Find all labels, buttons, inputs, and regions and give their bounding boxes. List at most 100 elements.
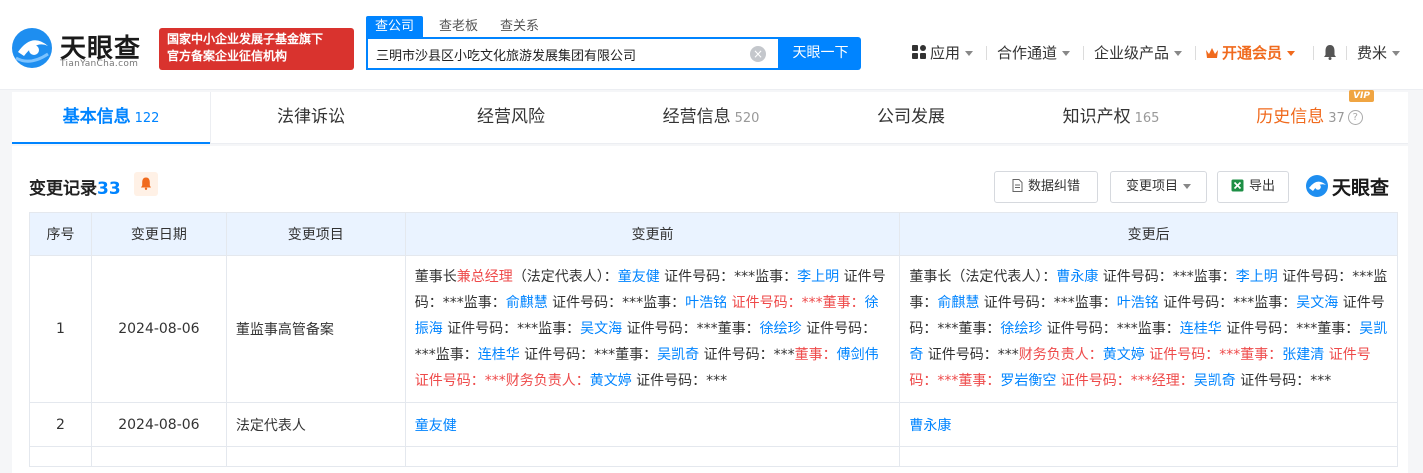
change-text-segment: 证件号码：***经理： <box>1056 373 1194 389</box>
section-count: 33 <box>97 179 121 199</box>
notification-bell[interactable] <box>1323 43 1337 63</box>
clear-icon[interactable]: × <box>750 46 766 62</box>
person-link[interactable]: 连桂华 <box>478 347 520 363</box>
help-icon[interactable]: ? <box>1347 109 1363 125</box>
user-menu[interactable]: 费米 <box>1357 43 1401 63</box>
person-link[interactable]: 曹永康 <box>909 418 951 434</box>
nav-enterprise[interactable]: 企业级产品 <box>1094 43 1183 63</box>
change-records-table: 序号 变更日期 变更项目 变更前 变更后 1 2024-08-06 董监事高管备… <box>29 212 1398 467</box>
change-items-label: 变更项目 <box>1125 179 1178 194</box>
person-link[interactable]: 李上明 <box>797 269 839 285</box>
data-correct-label: 数据纠错 <box>1027 179 1080 194</box>
person-link[interactable]: 连桂华 <box>1180 321 1222 337</box>
person-link[interactable]: 叶浩铭 <box>1117 295 1159 311</box>
person-link[interactable]: 徐绘珍 <box>1000 321 1042 337</box>
search-input[interactable]: 三明市沙县区小吃文化旅游发展集团有限公司 × <box>366 37 780 70</box>
change-text-segment: 证件号码：***监事： <box>1042 321 1180 337</box>
person-link[interactable]: 吴文海 <box>580 321 622 337</box>
chevron-down-icon <box>1392 51 1401 56</box>
badge-line-2: 官方备案企业征信机构 <box>167 49 288 63</box>
tab-risk[interactable]: 经营风险 <box>411 92 611 144</box>
row-date: 2024-08-06 <box>90 255 227 403</box>
tab-label: 基本信息 <box>62 107 131 127</box>
person-link[interactable]: 叶浩铭 <box>685 295 727 311</box>
row-item: 法定代表人 <box>225 402 406 447</box>
col-index: 序号 <box>29 212 92 256</box>
change-text-segment: 兼总经理 <box>456 269 513 285</box>
nav-vip[interactable]: 开通会员 <box>1205 43 1296 63</box>
change-records-panel: 变更记录33 数据纠错 变更项目 导出 天眼查 序号 变更日期 变更项目 变更前… <box>12 146 1408 473</box>
change-text-segment: 证件号码：***监事： <box>1158 295 1297 311</box>
person-link[interactable]: 曹永康 <box>1056 269 1098 285</box>
tab-label: 经营风险 <box>477 107 545 127</box>
user-name: 费米 <box>1357 44 1388 62</box>
nav-divider <box>1346 46 1347 60</box>
col-item: 变更项目 <box>225 212 406 256</box>
col-after: 变更后 <box>899 212 1398 256</box>
watermark-brand: 天眼查 <box>1332 177 1390 199</box>
logo-eye-icon <box>1306 175 1328 197</box>
row-date: 2024-08-06 <box>90 402 227 447</box>
table-row <box>29 446 1398 467</box>
change-text-segment: 证件号码：***监事： <box>1098 269 1236 285</box>
person-link[interactable]: 吴凯奇 <box>1194 373 1236 389</box>
search-input-value: 三明市沙县区小吃文化旅游发展集团有限公司 <box>376 49 637 64</box>
search-tab-relation[interactable]: 查关系 <box>500 16 539 37</box>
monitor-bell-button[interactable] <box>134 172 158 196</box>
change-text-segment: （法定代表人）： <box>512 269 618 285</box>
change-text-segment: 董事长 <box>414 269 457 285</box>
change-text-segment: 财务负责人： <box>1018 347 1103 363</box>
nav-divider <box>1083 46 1084 60</box>
person-link[interactable]: 李上明 <box>1236 269 1278 285</box>
row-item: 董监事高管备案 <box>225 255 406 403</box>
person-link[interactable]: 罗岩衡空 <box>1000 373 1056 389</box>
table-row: 1 2024-08-06 董监事高管备案 董事长兼总经理（法定代表人）：童友健 … <box>29 255 1398 403</box>
person-link[interactable]: 徐绘珍 <box>760 321 802 337</box>
tianyancha-logo[interactable]: 天眼查 TianYanCha.com <box>10 26 152 72</box>
person-link[interactable]: 张建清 <box>1282 347 1324 363</box>
change-text-segment: 董事： <box>794 347 837 363</box>
person-link[interactable]: 黄文婷 <box>590 373 632 389</box>
chevron-down-icon <box>1174 51 1183 56</box>
tab-operations[interactable]: 经营信息 520 <box>611 92 811 144</box>
person-link[interactable]: 吴凯奇 <box>657 347 699 363</box>
person-link[interactable]: 吴文海 <box>1296 295 1338 311</box>
person-link[interactable]: 黄文婷 <box>1103 347 1145 363</box>
export-button[interactable]: 导出 <box>1217 171 1289 203</box>
nav-divider <box>1313 46 1314 60</box>
vip-tag: VIP <box>1349 90 1374 102</box>
tab-history[interactable]: VIP 历史信息 37? <box>1211 90 1408 144</box>
search-tab-company[interactable]: 查公司 <box>366 16 424 37</box>
change-items-dropdown[interactable]: 变更项目 <box>1110 171 1207 203</box>
badge-line-1: 国家中小企业发展子基金旗下 <box>167 32 324 46</box>
person-link[interactable]: 童友健 <box>415 418 457 434</box>
chevron-down-icon <box>1062 51 1071 56</box>
search-button[interactable]: 天眼一下 <box>780 37 861 70</box>
tab-legal[interactable]: 法律诉讼 <box>211 92 411 144</box>
tab-basic-info[interactable]: 基本信息 122 <box>12 92 210 144</box>
tab-label: 法律诉讼 <box>277 107 345 127</box>
person-link[interactable]: 俞麒慧 <box>937 295 979 311</box>
change-text-segment: 证件号码：*** <box>923 347 1019 363</box>
apps-grid-icon <box>912 45 926 59</box>
data-correct-button[interactable]: 数据纠错 <box>994 171 1098 203</box>
search-tab-boss[interactable]: 查老板 <box>439 16 478 37</box>
section-title: 变更记录33 <box>29 174 121 199</box>
nav-apps[interactable]: 应用 <box>912 43 974 63</box>
change-text-segment: 证件号码：***董事： <box>1221 321 1360 337</box>
tab-ip[interactable]: 知识产权 165 <box>1011 92 1211 144</box>
tab-count: 122 <box>134 111 160 126</box>
person-link[interactable]: 童友健 <box>618 269 660 285</box>
person-link[interactable]: 傅剑伟 <box>837 347 879 363</box>
tab-count: 165 <box>1134 111 1160 126</box>
person-link[interactable]: 俞麒慧 <box>506 295 548 311</box>
tab-development[interactable]: 公司发展 <box>811 92 1011 144</box>
excel-icon <box>1231 179 1244 192</box>
change-text-segment: 证件号码：***董事： <box>519 347 658 363</box>
nav-vip-label: 开通会员 <box>1222 44 1283 62</box>
bell-icon <box>141 177 151 190</box>
nav-channels[interactable]: 合作通道 <box>997 43 1071 63</box>
tab-count: 520 <box>734 111 760 126</box>
change-text-segment: 证件号码：*** <box>631 373 728 389</box>
tab-label: 历史信息 <box>1256 107 1325 127</box>
